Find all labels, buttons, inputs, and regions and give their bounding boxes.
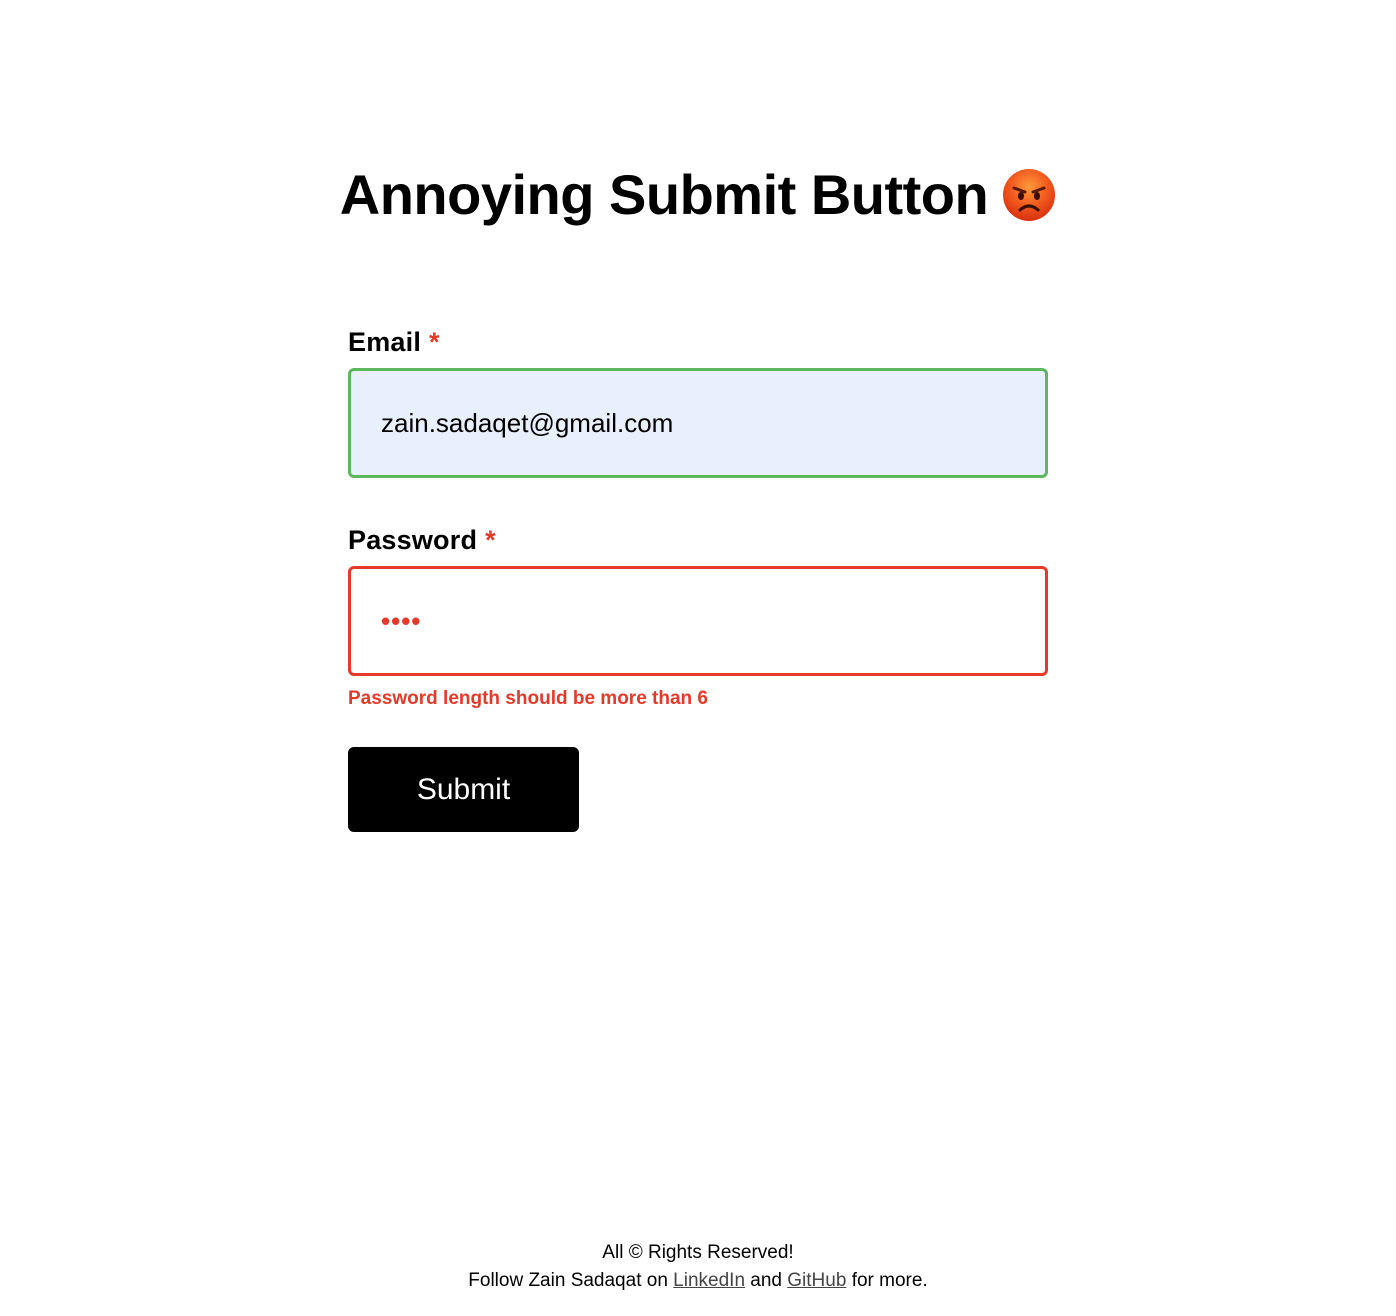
page-title: Annoying Submit Button [339, 163, 989, 226]
email-field[interactable]: zain.sadaqet@gmail.com [348, 368, 1048, 478]
password-label-text: Password [348, 525, 478, 555]
password-masked-value: •••• [381, 605, 422, 636]
angry-face-icon [1002, 168, 1056, 222]
email-label: Email * [348, 322, 1048, 362]
header: Annoying Submit Button [0, 162, 1396, 228]
email-value: zain.sadaqet@gmail.com [381, 407, 674, 438]
linkedin-link[interactable]: LinkedIn [673, 1270, 745, 1291]
follow-prefix: Follow Zain Sadaqat on [468, 1270, 674, 1291]
rights-text: All © Rights Reserved! [602, 1242, 794, 1263]
and-text: and [745, 1270, 788, 1291]
follow-line: Follow Zain Sadaqat on LinkedIn and GitH… [0, 1267, 1396, 1295]
email-required-marker: * [429, 327, 440, 357]
github-link[interactable]: GitHub [787, 1270, 846, 1291]
password-required-marker: * [485, 525, 496, 555]
password-label: Password * [348, 520, 1048, 560]
login-form: Email * zain.sadaqet@gmail.com Password * … [348, 322, 1048, 832]
submit-button[interactable]: Submit [348, 747, 579, 832]
password-error-message: Password length should be more than 6 [348, 688, 708, 709]
footer: All © Rights Reserved! Follow Zain Sadaq… [0, 1239, 1396, 1295]
email-label-text: Email [348, 327, 422, 357]
follow-suffix: for more. [846, 1270, 928, 1291]
password-field[interactable]: •••• [348, 566, 1048, 676]
